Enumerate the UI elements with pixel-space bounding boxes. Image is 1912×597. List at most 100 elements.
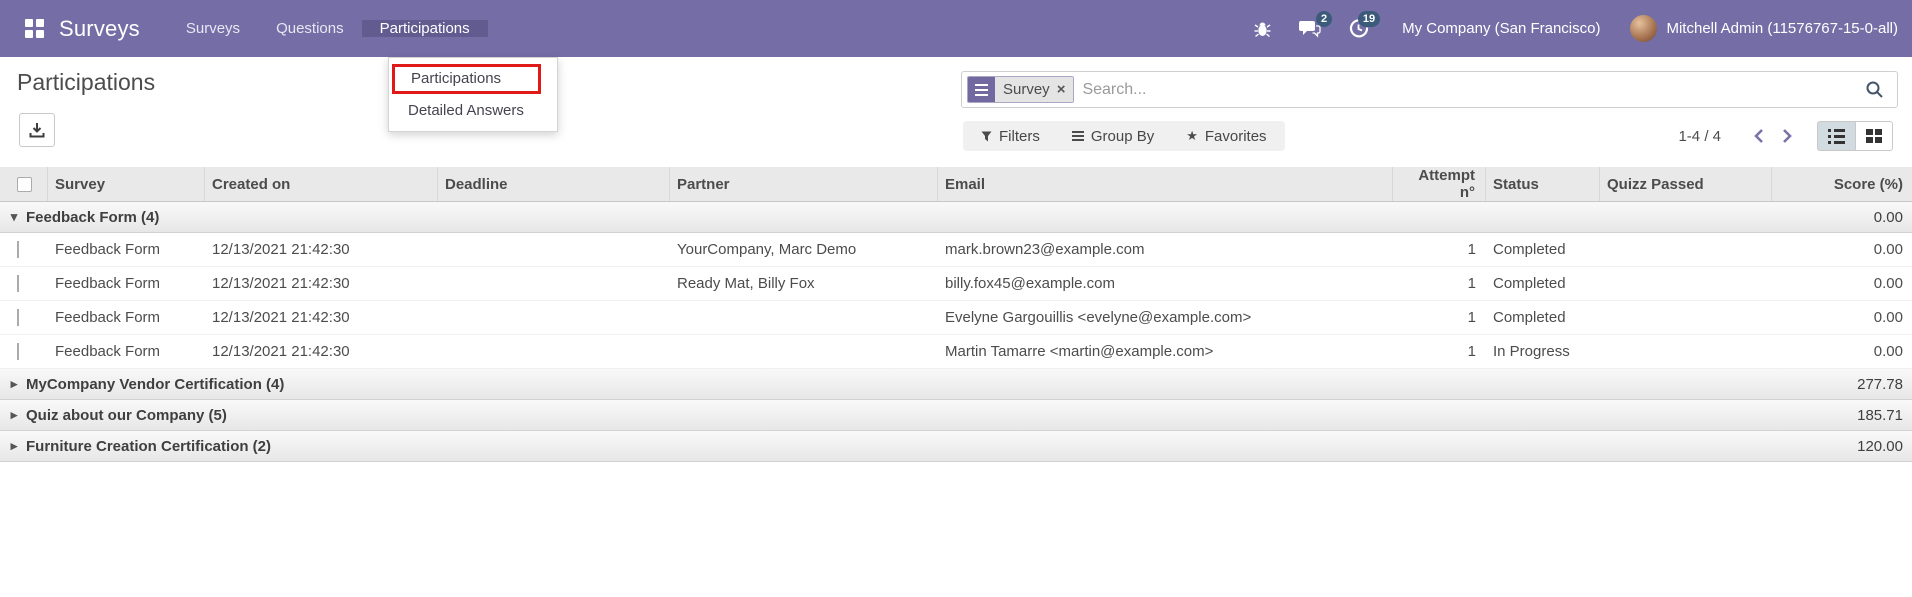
cell-email: Martin Tamarre <martin@example.com> bbox=[945, 343, 1214, 360]
cell-attempt: 1 bbox=[1467, 309, 1476, 326]
column-header-deadline[interactable]: Deadline bbox=[438, 167, 670, 201]
main-menu: Surveys Questions Participations bbox=[168, 20, 488, 37]
row-checkbox[interactable] bbox=[17, 241, 19, 258]
table-row[interactable]: Feedback Form 12/13/2021 21:42:30 Ready … bbox=[0, 267, 1912, 301]
header-select-all[interactable] bbox=[0, 167, 48, 201]
kanban-view-icon bbox=[1866, 129, 1882, 143]
table-row[interactable]: Feedback Form 12/13/2021 21:42:30 YourCo… bbox=[0, 233, 1912, 267]
cell-partner: Ready Mat, Billy Fox bbox=[677, 275, 815, 292]
cell-created-on: 12/13/2021 21:42:30 bbox=[212, 343, 350, 360]
facet-remove-icon[interactable]: × bbox=[1057, 81, 1066, 98]
download-icon bbox=[29, 123, 45, 138]
row-checkbox[interactable] bbox=[17, 343, 19, 360]
group-label: Feedback Form (4) bbox=[26, 208, 160, 226]
filters-button[interactable]: Filters bbox=[981, 128, 1040, 145]
menu-surveys[interactable]: Surveys bbox=[168, 20, 258, 37]
search-icon[interactable] bbox=[1865, 80, 1884, 99]
search-input[interactable] bbox=[1074, 80, 1865, 99]
column-header-created-on[interactable]: Created on bbox=[205, 167, 438, 201]
cell-attempt: 1 bbox=[1467, 343, 1476, 360]
facet-groupby-icon bbox=[968, 77, 995, 102]
list-view-icon bbox=[1828, 128, 1845, 144]
group-score: 120.00 bbox=[1857, 437, 1903, 455]
table-header-row: Survey Created on Deadline Partner Email… bbox=[0, 167, 1912, 202]
facet-label: Survey bbox=[1003, 81, 1050, 98]
column-header-email[interactable]: Email bbox=[938, 167, 1393, 201]
group-row-furniture-creation-certification[interactable]: ▸ Furniture Creation Certification (2) 1… bbox=[0, 431, 1912, 462]
cell-score: 0.00 bbox=[1873, 275, 1903, 292]
cell-created-on: 12/13/2021 21:42:30 bbox=[212, 275, 350, 292]
page-title: Participations bbox=[17, 69, 156, 95]
column-header-score[interactable]: Score (%) bbox=[1772, 167, 1912, 201]
column-header-survey[interactable]: Survey bbox=[48, 167, 205, 201]
column-header-quizz-passed[interactable]: Quizz Passed bbox=[1600, 167, 1772, 201]
kanban-view-button[interactable] bbox=[1855, 121, 1893, 151]
pager-zone: 1-4 / 4 bbox=[1678, 121, 1893, 151]
row-checkbox[interactable] bbox=[17, 275, 19, 292]
caret-collapsed-icon: ▸ bbox=[10, 407, 18, 422]
cell-attempt: 1 bbox=[1467, 241, 1476, 258]
search-facet-survey[interactable]: Survey × bbox=[967, 76, 1075, 103]
cell-created-on: 12/13/2021 21:42:30 bbox=[212, 309, 350, 326]
pager-counter[interactable]: 1-4 / 4 bbox=[1678, 128, 1721, 145]
column-header-status[interactable]: Status bbox=[1486, 167, 1600, 201]
cell-partner: YourCompany, Marc Demo bbox=[677, 241, 857, 258]
cell-survey: Feedback Form bbox=[55, 309, 161, 326]
search-bar: Survey × bbox=[961, 71, 1898, 108]
user-menu[interactable]: Mitchell Admin (11576767-15-0-all) bbox=[1630, 15, 1898, 42]
cell-status: Completed bbox=[1493, 275, 1566, 292]
caret-collapsed-icon: ▸ bbox=[10, 376, 18, 391]
table-row[interactable]: Feedback Form 12/13/2021 21:42:30 Martin… bbox=[0, 335, 1912, 369]
group-row-mycompany-vendor-certification[interactable]: ▸ MyCompany Vendor Certification (4) 277… bbox=[0, 369, 1912, 400]
activities-badge: 19 bbox=[1357, 10, 1381, 27]
group-score: 0.00 bbox=[1873, 208, 1903, 226]
column-header-partner[interactable]: Partner bbox=[670, 167, 938, 201]
messages-badge: 2 bbox=[1315, 10, 1333, 27]
group-by-button[interactable]: Group By bbox=[1071, 128, 1154, 145]
group-label: Furniture Creation Certification (2) bbox=[26, 437, 272, 455]
cell-score: 0.00 bbox=[1873, 343, 1903, 360]
group-score: 185.71 bbox=[1857, 406, 1903, 424]
dropdown-item-detailed-answers[interactable]: Detailed Answers bbox=[389, 96, 557, 125]
cell-quizz-passed bbox=[1600, 241, 1772, 258]
table-row[interactable]: Feedback Form 12/13/2021 21:42:30 Evelyn… bbox=[0, 301, 1912, 335]
pager-next-icon[interactable] bbox=[1773, 122, 1801, 150]
apps-grid-icon[interactable] bbox=[25, 18, 45, 39]
user-avatar bbox=[1630, 15, 1658, 42]
cell-survey: Feedback Form bbox=[55, 343, 161, 360]
cell-quizz-passed bbox=[1600, 309, 1772, 326]
funnel-icon bbox=[981, 131, 992, 141]
view-controls: Filters Group By ★ Favorites bbox=[963, 121, 1285, 151]
group-row-feedback-form[interactable]: ▾ Feedback Form (4) 0.00 bbox=[0, 202, 1912, 233]
cell-status: Completed bbox=[1493, 309, 1566, 326]
star-icon: ★ bbox=[1186, 128, 1198, 143]
caret-expanded-icon: ▾ bbox=[10, 209, 18, 224]
debug-bug-icon[interactable] bbox=[1242, 10, 1282, 48]
menu-questions[interactable]: Questions bbox=[258, 20, 362, 37]
cell-score: 0.00 bbox=[1873, 309, 1903, 326]
cell-created-on: 12/13/2021 21:42:30 bbox=[212, 241, 350, 258]
activities-clock-icon[interactable]: 19 bbox=[1338, 10, 1381, 48]
row-checkbox[interactable] bbox=[17, 309, 19, 326]
export-button[interactable] bbox=[19, 113, 55, 147]
app-brand[interactable]: Surveys bbox=[59, 16, 168, 42]
pager-previous-icon[interactable] bbox=[1745, 122, 1773, 150]
group-by-icon bbox=[1071, 131, 1084, 141]
dropdown-item-participations[interactable]: Participations bbox=[395, 67, 538, 91]
cell-quizz-passed bbox=[1600, 343, 1772, 360]
cell-attempt: 1 bbox=[1467, 275, 1476, 292]
cell-status: Completed bbox=[1493, 241, 1566, 258]
user-name: Mitchell Admin (11576767-15-0-all) bbox=[1666, 20, 1898, 37]
cell-email: billy.fox45@example.com bbox=[945, 275, 1116, 292]
participations-list: Survey Created on Deadline Partner Email… bbox=[0, 167, 1912, 462]
favorites-button[interactable]: ★ Favorites bbox=[1186, 128, 1266, 145]
messages-icon[interactable]: 2 bbox=[1290, 10, 1333, 48]
select-all-checkbox[interactable] bbox=[17, 176, 32, 192]
cell-survey: Feedback Form bbox=[55, 275, 161, 292]
company-switcher[interactable]: My Company (San Francisco) bbox=[1386, 20, 1622, 37]
group-label: MyCompany Vendor Certification (4) bbox=[26, 375, 285, 393]
group-row-quiz-about-our-company[interactable]: ▸ Quiz about our Company (5) 185.71 bbox=[0, 400, 1912, 431]
menu-participations[interactable]: Participations bbox=[361, 20, 488, 37]
column-header-attempt[interactable]: Attempt n° bbox=[1393, 167, 1486, 201]
list-view-button[interactable] bbox=[1817, 121, 1855, 151]
